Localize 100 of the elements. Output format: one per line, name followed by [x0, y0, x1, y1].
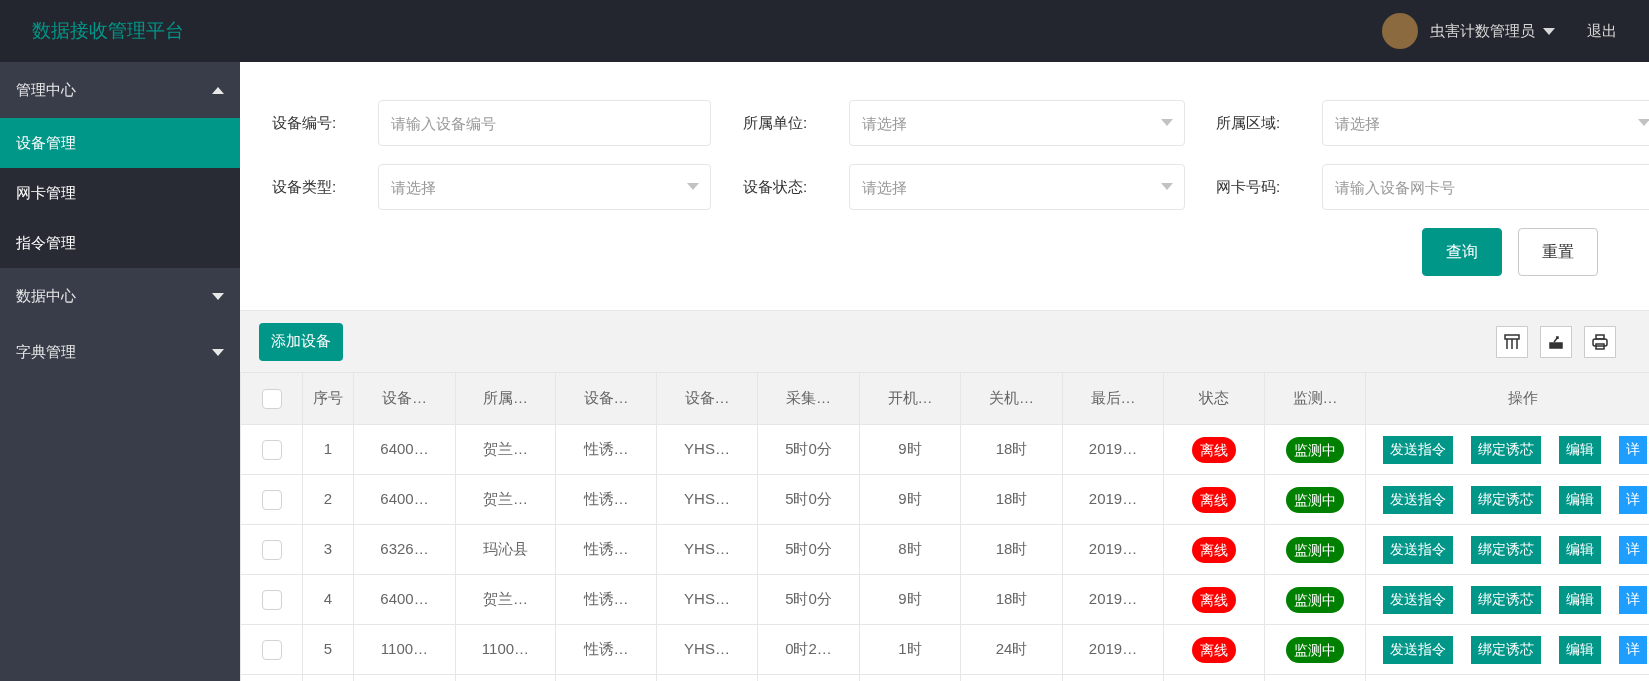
column-header: 关机… [989, 389, 1034, 407]
table-cell: 5 [323, 640, 333, 658]
select-field[interactable]: 请选择 [849, 164, 1185, 210]
table-cell: 玛沁县 [483, 540, 528, 558]
filter-button[interactable]: 重置 [1518, 228, 1598, 276]
menu-group[interactable]: 字典管理 [0, 324, 240, 380]
monitor-badge: 监测中 [1286, 436, 1344, 463]
select-field[interactable]: 请选择 [849, 100, 1185, 146]
field-label: 设备类型: [272, 176, 338, 197]
action-button[interactable]: 编辑 [1559, 485, 1601, 514]
dropdown-icon [1638, 119, 1649, 126]
app-title: 数据接收管理平台 [32, 18, 184, 43]
field-label: 设备编号: [272, 112, 338, 133]
logout-link[interactable]: 退出 [1587, 19, 1617, 43]
table-cell: 6400… [380, 490, 429, 508]
table-cell: 18时 [995, 440, 1028, 458]
action-button[interactable]: 发送指令 [1383, 435, 1453, 464]
menu-item[interactable]: 指令管理 [0, 218, 240, 268]
column-header: 设备… [684, 389, 730, 407]
action-button[interactable]: 详 [1619, 485, 1647, 514]
action-button[interactable]: 详 [1619, 535, 1647, 564]
table-cell: 性诱… [583, 590, 629, 608]
status-badge: 离线 [1192, 636, 1236, 663]
column-header: 操作 [1507, 389, 1538, 407]
column-header: 所属… [483, 389, 528, 407]
column-header: 设备… [382, 389, 427, 407]
field-label: 所属单位: [743, 112, 809, 133]
table-cell: 贺兰… [483, 590, 528, 608]
monitor-badge: 监测中 [1286, 486, 1344, 513]
avatar-placeholder [1382, 13, 1418, 49]
menu-item[interactable]: 设备管理 [0, 118, 240, 168]
table-cell: 24时 [995, 640, 1028, 658]
table-cell: 6400… [380, 590, 429, 608]
menu-group[interactable]: 管理中心 [0, 62, 240, 118]
table-cell: 9时 [898, 440, 922, 458]
monitor-badge: 监测中 [1286, 536, 1344, 563]
field-label: 设备状态: [743, 176, 809, 197]
table-cell: 2019… [1088, 540, 1138, 558]
input-field[interactable]: 请输入设备网卡号 [1322, 164, 1649, 210]
action-button[interactable]: 绑定诱芯 [1471, 635, 1541, 664]
print-icon[interactable] [1584, 325, 1616, 358]
action-button[interactable]: 发送指令 [1383, 585, 1453, 614]
select-field[interactable]: 请选择 [378, 164, 711, 210]
field-label: 网卡号码: [1216, 176, 1282, 197]
action-button[interactable]: 绑定诱芯 [1471, 585, 1541, 614]
action-button[interactable]: 绑定诱芯 [1471, 535, 1541, 564]
checkbox[interactable] [261, 389, 282, 410]
table-cell: 1时 [898, 640, 922, 658]
action-button[interactable]: 发送指令 [1383, 485, 1453, 514]
action-button[interactable]: 发送指令 [1383, 635, 1453, 664]
table-cell: 性诱… [583, 540, 629, 558]
menu-item[interactable]: 网卡管理 [0, 168, 240, 218]
caret-icon [1543, 27, 1555, 35]
select-field[interactable]: 请选择 [1322, 100, 1649, 146]
field-label: 所属区域: [1216, 112, 1282, 133]
status-badge: 离线 [1192, 486, 1236, 513]
action-button[interactable]: 详 [1619, 635, 1647, 664]
table-cell: 6400… [380, 440, 429, 458]
table-cell: 6326… [380, 540, 429, 558]
status-badge: 离线 [1192, 536, 1236, 563]
table-cell: 3 [323, 540, 333, 558]
input-field[interactable]: 请输入设备编号 [378, 100, 711, 146]
columns-icon[interactable] [1496, 325, 1528, 358]
action-button[interactable]: 详 [1619, 435, 1647, 464]
caret-icon [212, 348, 224, 356]
table-cell: 9时 [898, 490, 922, 508]
export-icon[interactable] [1540, 325, 1572, 358]
column-header: 开机… [887, 389, 933, 407]
action-button[interactable]: 编辑 [1559, 435, 1601, 464]
menu-group[interactable]: 数据中心 [0, 268, 240, 324]
checkbox[interactable] [261, 590, 282, 611]
action-button[interactable]: 发送指令 [1383, 535, 1453, 564]
action-button[interactable]: 绑定诱芯 [1471, 485, 1541, 514]
table-cell: 18时 [995, 540, 1028, 558]
filter-button[interactable]: 查询 [1422, 228, 1502, 276]
table-cell: 性诱… [583, 640, 629, 658]
checkbox[interactable] [261, 540, 282, 561]
action-button[interactable]: 编辑 [1559, 585, 1601, 614]
column-header: 设备… [583, 389, 629, 407]
checkbox[interactable] [261, 490, 282, 511]
table-cell: 2019… [1088, 640, 1138, 658]
table-cell: 8时 [898, 540, 922, 558]
table-cell: YHS… [684, 490, 730, 508]
table-cell: 贺兰… [483, 440, 528, 458]
action-button[interactable]: 绑定诱芯 [1471, 435, 1541, 464]
action-button[interactable]: 编辑 [1559, 635, 1601, 664]
action-button[interactable]: 编辑 [1559, 535, 1601, 564]
table-cell: 性诱… [583, 440, 629, 458]
monitor-badge: 监测中 [1286, 636, 1344, 663]
user-menu[interactable]: 虫害计数管理员 [1430, 19, 1555, 43]
action-button[interactable]: 详 [1619, 585, 1647, 614]
column-header: 序号 [313, 389, 343, 407]
column-header: 最后… [1090, 389, 1136, 407]
table-cell: 5时0分 [785, 490, 832, 508]
table-cell: 2019… [1088, 490, 1138, 508]
checkbox[interactable] [261, 440, 282, 461]
status-badge: 离线 [1192, 436, 1236, 463]
add-device-button[interactable]: 添加设备 [259, 322, 343, 361]
column-header: 采集… [786, 389, 831, 407]
checkbox[interactable] [261, 640, 282, 661]
